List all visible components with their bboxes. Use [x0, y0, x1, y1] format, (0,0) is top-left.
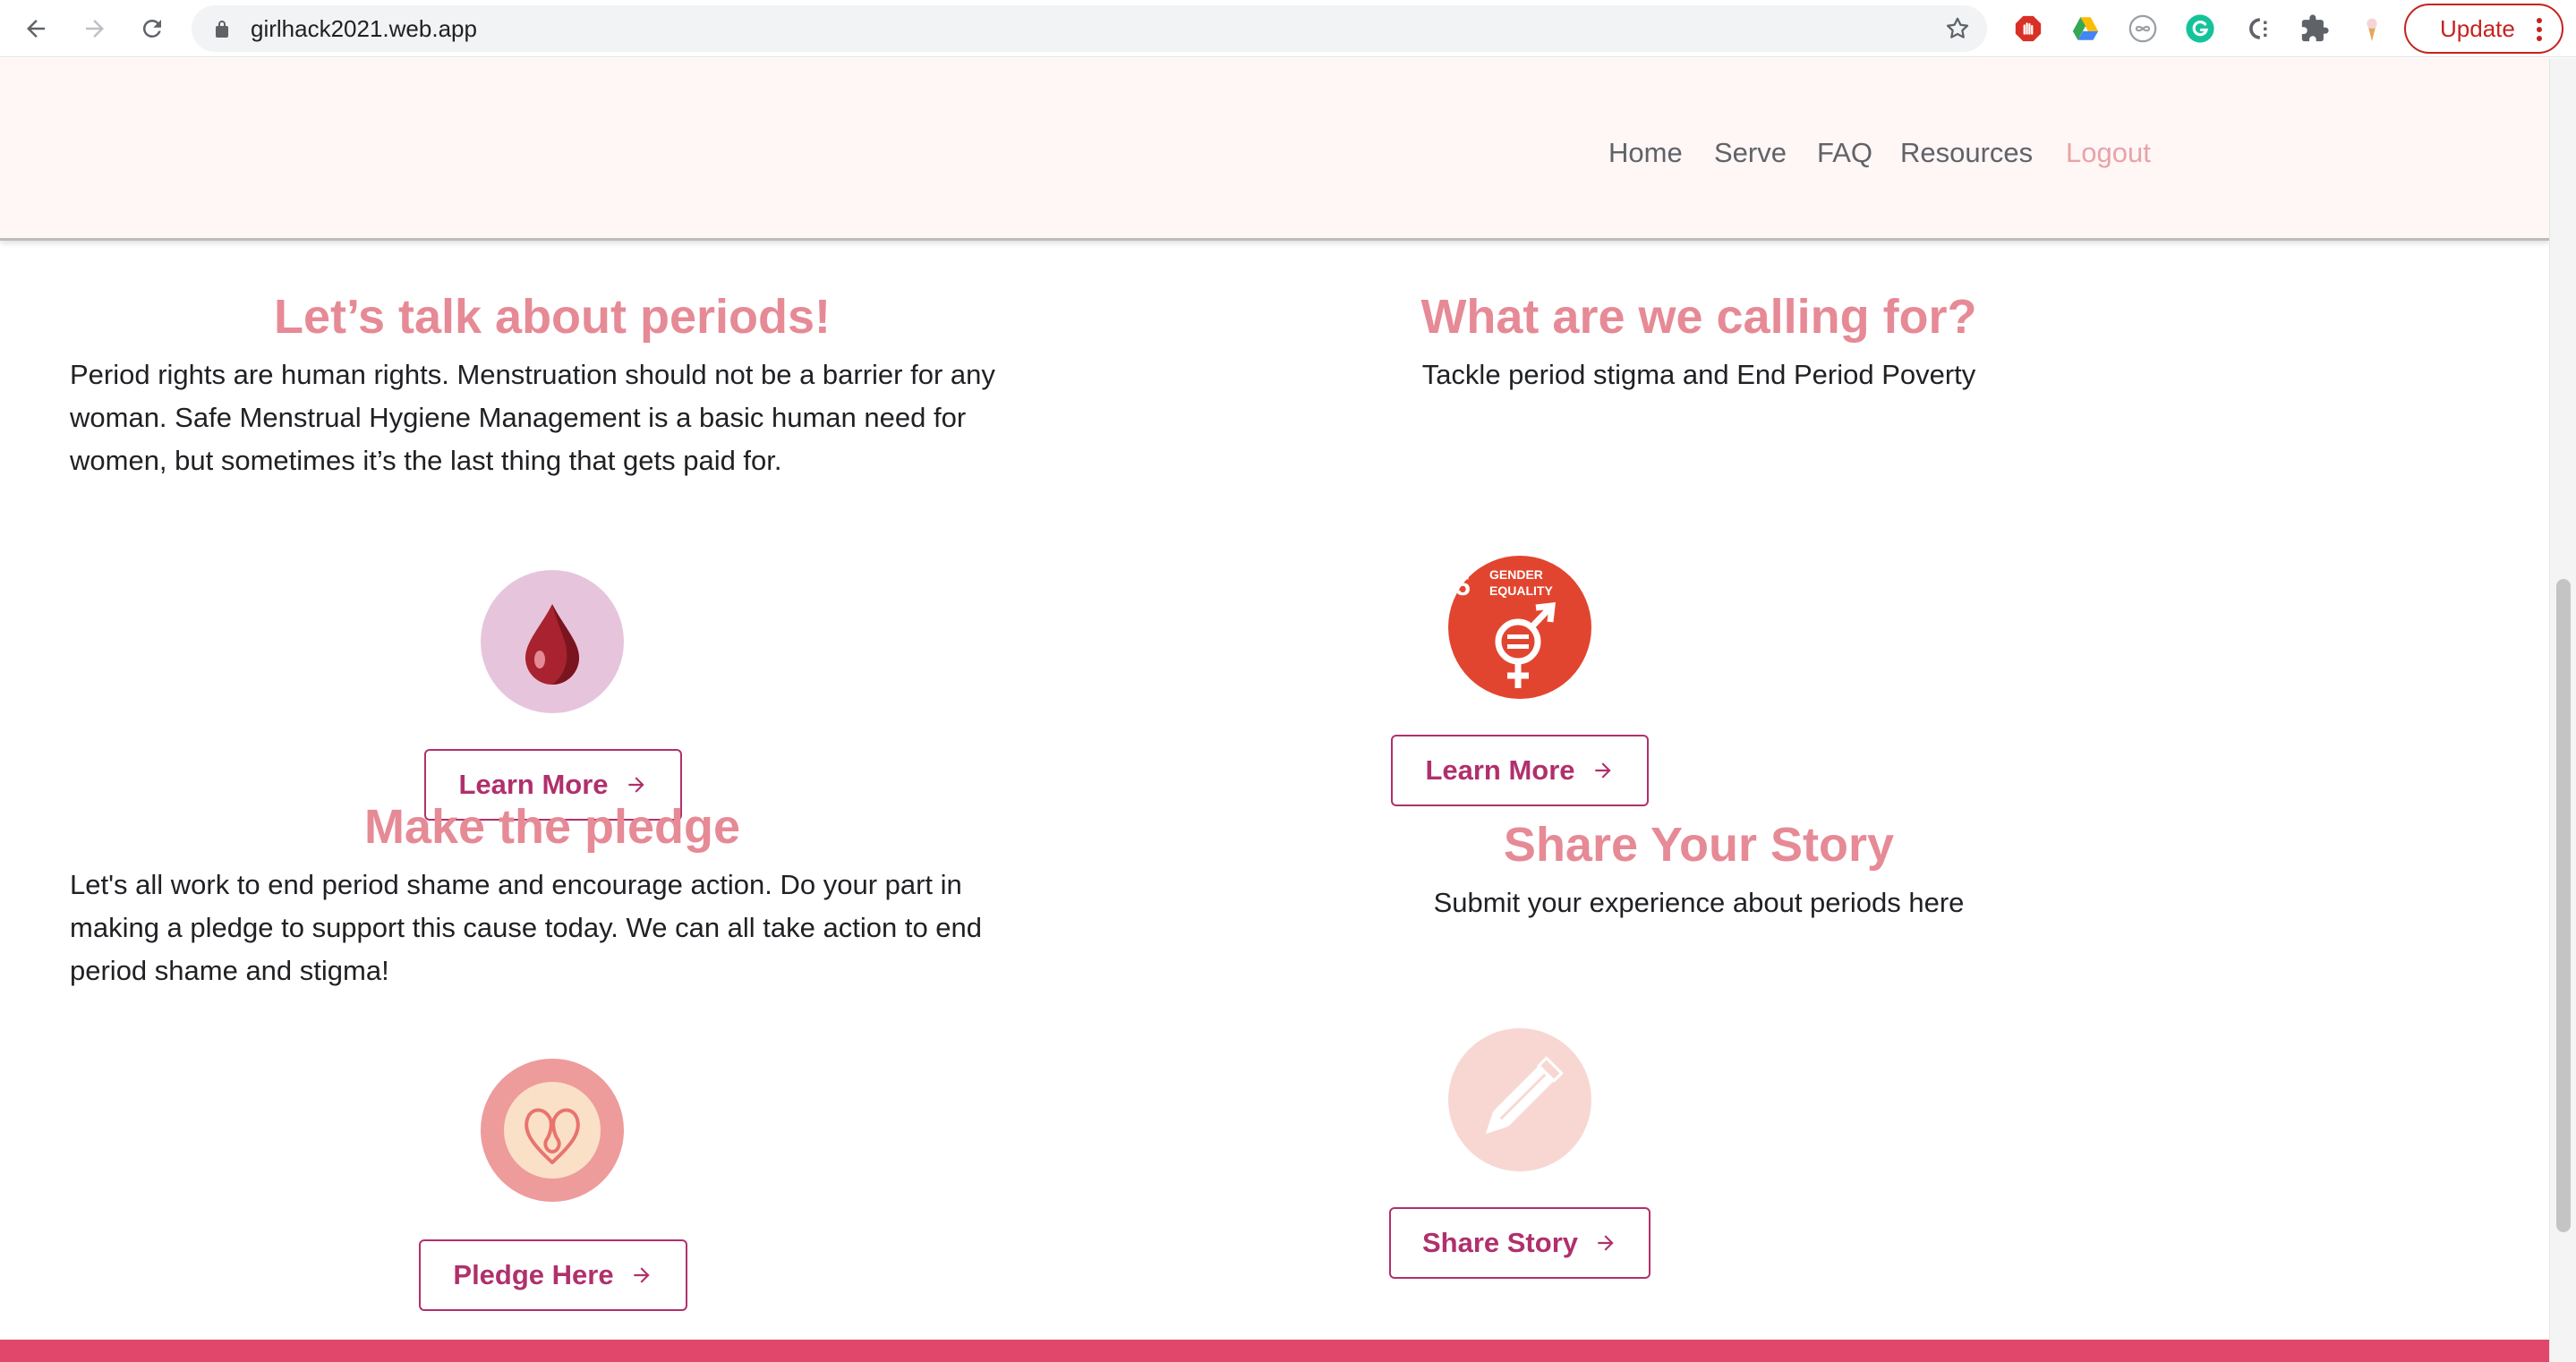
- calling-learn-more-label: Learn More: [1425, 754, 1575, 786]
- extensions-menu[interactable]: [2299, 13, 2331, 45]
- scrollbar-thumb[interactable]: [2556, 579, 2571, 1232]
- url-text[interactable]: girlhack2021.web.app: [251, 16, 477, 41]
- kebab-menu-icon: [2537, 18, 2542, 41]
- puzzle-icon: [2301, 14, 2329, 42]
- nav-home[interactable]: Home: [1608, 135, 1683, 171]
- sdg-label-line1: GENDER: [1489, 567, 1543, 582]
- back-button[interactable]: [18, 11, 54, 47]
- browser-toolbar: girlhack2021.web.app Update: [0, 0, 2576, 57]
- story-icon-circle: [1448, 1028, 1591, 1171]
- pledge-title: Make the pledge: [363, 800, 741, 854]
- extension-infinity[interactable]: [2127, 13, 2159, 45]
- sdg-label-line2: EQUALITY: [1489, 583, 1553, 598]
- drive-icon: [2072, 17, 2099, 40]
- pledge-icon-circle: [481, 1059, 624, 1202]
- reload-icon: [142, 19, 161, 38]
- arrow-left-icon: [27, 20, 45, 38]
- story-card: Share Your Story Submit your experience …: [1137, 817, 2261, 1318]
- extension-drive[interactable]: [2069, 13, 2102, 45]
- nav-serve[interactable]: Serve: [1714, 135, 1787, 171]
- update-button[interactable]: Update: [2404, 4, 2563, 54]
- calling-text: Tackle period stigma and End Period Pove…: [1421, 359, 1976, 390]
- extension-grammarly[interactable]: [2184, 13, 2216, 45]
- blood-drop-icon: [525, 604, 579, 685]
- profile-avatar[interactable]: [2356, 13, 2388, 45]
- pledge-text: Let's all work to end period shame and e…: [70, 869, 983, 986]
- forward-button[interactable]: [77, 11, 113, 47]
- extension-c[interactable]: [2241, 13, 2273, 45]
- nav-logout[interactable]: Logout: [2066, 135, 2151, 171]
- update-label: Update: [2440, 14, 2515, 42]
- calling-title: What are we calling for?: [1420, 290, 1977, 344]
- periods-icon-circle: [481, 570, 624, 713]
- lock-icon: [216, 21, 228, 38]
- periods-title: Let’s talk about periods!: [273, 290, 832, 344]
- periods-learn-more-label: Learn More: [458, 769, 609, 800]
- sdg-number: 5: [1455, 572, 1471, 601]
- heart-icon: [504, 1082, 601, 1179]
- ice-cream-icon: [2367, 18, 2377, 42]
- periods-text: Period rights are human rights. Menstrua…: [70, 359, 995, 476]
- address-bar[interactable]: girlhack2021.web.app: [192, 5, 1987, 52]
- periods-card: Let’s talk about periods! Period rights …: [55, 289, 1049, 826]
- nav-faq[interactable]: FAQ: [1817, 135, 1872, 171]
- page-viewport: Home Serve FAQ Resources Logout Let’s ta…: [0, 58, 2549, 1362]
- share-story-button[interactable]: Share Story: [1389, 1207, 1651, 1279]
- calling-icon-circle: 5 GENDER EQUALITY: [1448, 556, 1591, 699]
- gender-equality-icon: 5 GENDER EQUALITY: [1455, 567, 1556, 688]
- c-extension-icon: [2249, 18, 2267, 39]
- pledge-here-button[interactable]: Pledge Here: [419, 1239, 687, 1311]
- site-header: Home Serve FAQ Resources Logout: [0, 58, 2549, 241]
- share-story-label: Share Story: [1421, 1227, 1578, 1258]
- pledge-card: Make the pledge Let's all work to end pe…: [55, 799, 1049, 1336]
- arrow-right-icon: [627, 777, 644, 793]
- extension-adblock[interactable]: [2012, 13, 2044, 45]
- arrow-right-icon: [1594, 762, 1611, 779]
- nav-resources[interactable]: Resources: [1900, 135, 2033, 171]
- stop-hand-icon: [2015, 15, 2042, 42]
- arrow-right-icon: [633, 1267, 650, 1283]
- reload-button[interactable]: [134, 11, 170, 47]
- calling-card: What are we calling for? Tackle period s…: [1137, 289, 2261, 826]
- pledge-here-label: Pledge Here: [453, 1259, 614, 1290]
- bookmark-star-icon[interactable]: [1944, 15, 1971, 42]
- arrow-right-icon: [1598, 1235, 1614, 1251]
- story-title: Share Your Story: [1503, 818, 1895, 872]
- pencil-icon: [1485, 1056, 1564, 1135]
- footer-band: [0, 1340, 2549, 1362]
- story-text: Submit your experience about periods her…: [1433, 887, 1965, 918]
- infinity-icon: [2128, 14, 2157, 43]
- arrow-right-icon: [86, 20, 104, 38]
- page-scrollbar[interactable]: [2549, 58, 2576, 1362]
- grammarly-icon: [2186, 14, 2214, 43]
- calling-learn-more-button[interactable]: Learn More: [1391, 735, 1649, 806]
